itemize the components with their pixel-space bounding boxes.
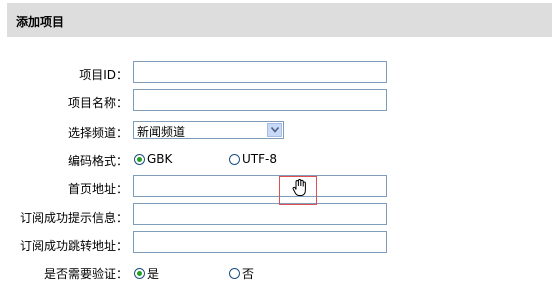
channel-select[interactable]: 新闻频道 — [133, 121, 284, 139]
project-name-label: 项目名称： — [67, 96, 128, 110]
need-verify-option-no[interactable]: 否 — [229, 265, 254, 282]
success-message-input[interactable] — [133, 203, 387, 225]
project-name-input[interactable] — [133, 89, 387, 111]
radio-checked-icon[interactable] — [134, 268, 145, 279]
chevron-down-icon[interactable] — [267, 123, 282, 137]
radio-checked-icon[interactable] — [134, 153, 145, 165]
success-message-label: 订阅成功提示信息： — [19, 211, 128, 225]
success-redirect-input[interactable] — [133, 231, 387, 253]
project-id-label: 项目ID： — [79, 68, 128, 82]
need-verify-option-yes[interactable]: 是 — [134, 265, 159, 282]
radio-unchecked-icon[interactable] — [229, 153, 240, 165]
homepage-label: 首页地址： — [67, 182, 128, 196]
need-verify-option-no-label: 否 — [242, 267, 255, 281]
encoding-option-gbk-label: GBK — [147, 152, 173, 166]
project-id-input[interactable] — [133, 61, 387, 83]
radio-unchecked-icon[interactable] — [229, 268, 240, 279]
success-redirect-label: 订阅成功跳转地址： — [19, 239, 128, 253]
section-header: 添加项目 — [7, 3, 552, 37]
section-title: 添加项目 — [16, 15, 65, 29]
hand-pointer-icon — [292, 178, 306, 196]
encoding-label: 编码格式： — [67, 154, 128, 168]
encoding-option-utf8[interactable]: UTF-8 — [229, 152, 277, 166]
channel-label: 选择频道： — [67, 126, 128, 140]
need-verify-label: 是否需要验证： — [43, 267, 128, 281]
encoding-option-utf8-label: UTF-8 — [242, 152, 277, 166]
homepage-input[interactable] — [133, 175, 387, 197]
channel-select-value: 新闻频道 — [137, 125, 186, 139]
encoding-option-gbk[interactable]: GBK — [134, 152, 172, 166]
need-verify-option-yes-label: 是 — [147, 267, 160, 281]
